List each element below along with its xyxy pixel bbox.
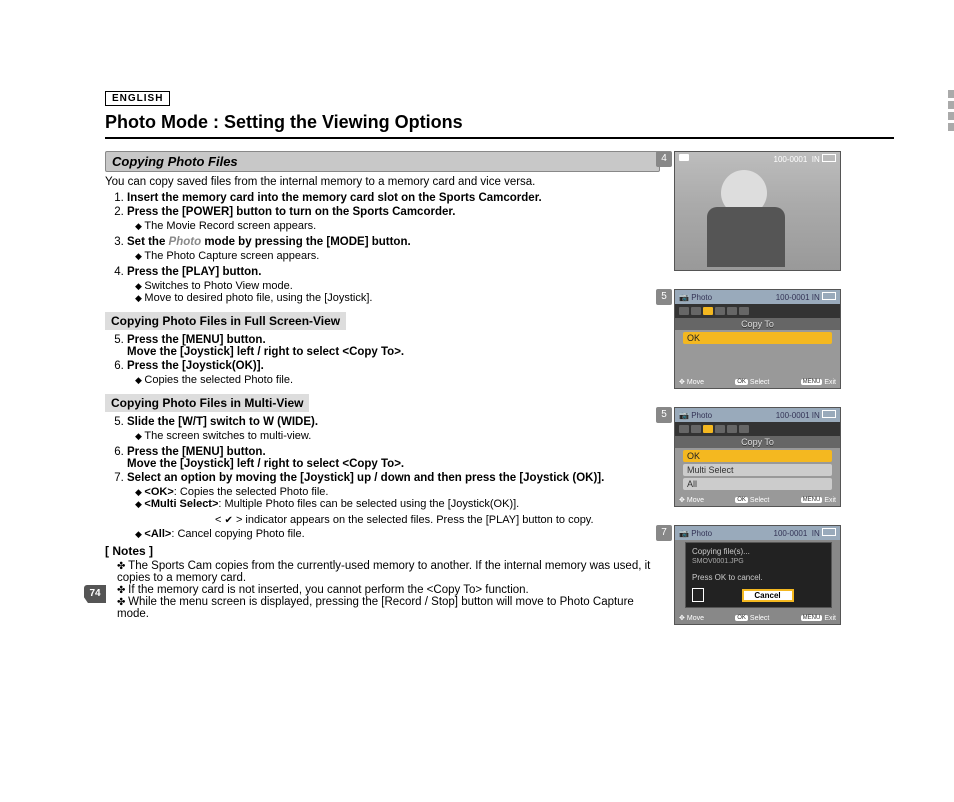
select-hint: OK Select — [735, 378, 769, 386]
step-badge: 4 — [656, 151, 672, 167]
page-title: Photo Mode : Setting the Viewing Options — [105, 112, 894, 139]
cancel-button[interactable]: Cancel — [742, 589, 794, 602]
page-number: 74 — [84, 585, 106, 603]
menu-multi-select[interactable]: Multi Select — [683, 464, 832, 476]
steps-multiview: Slide the [W/T] switch to W (WIDE). The … — [105, 416, 660, 540]
steps-main: Insert the memory card into the memory c… — [105, 192, 660, 304]
lcd-menu-copyto-multi: 📷 Photo100-0001 IN Copy To OK Multi Sele… — [674, 407, 841, 507]
screenshot-4: 4 100-0001 IN — [674, 151, 854, 271]
lcd-menu-copyto-single: 📷 Photo100-0001 IN Copy To OK ✥ Move OK … — [674, 289, 841, 389]
steps-fullscreen: Press the [MENU] button. Move the [Joyst… — [105, 334, 660, 386]
screenshot-5a: 5 📷 Photo100-0001 IN Copy To OK ✥ Move O… — [674, 289, 854, 389]
battery-icon — [822, 154, 836, 162]
exit-hint: MENU Exit — [801, 378, 836, 386]
section-header: Copying Photo Files — [105, 151, 660, 172]
move-hint: ✥ Move — [679, 378, 704, 386]
language-tag: ENGLISH — [105, 91, 170, 106]
manual-page: ENGLISH Photo Mode : Setting the Viewing… — [0, 0, 954, 665]
sub-header-multi: Copying Photo Files in Multi-View — [105, 394, 309, 412]
lcd-photo-view: 100-0001 IN — [674, 151, 841, 271]
file-icon — [692, 588, 704, 602]
menu-all[interactable]: All — [683, 478, 832, 490]
intro-text: You can copy saved files from the intern… — [105, 176, 660, 188]
menu-ok[interactable]: OK — [683, 332, 832, 344]
screenshot-7: 7 📷 Photo100-0001 IN Copying file(s)... … — [674, 525, 854, 625]
step-badge: 5 — [656, 407, 672, 423]
sub-header-full: Copying Photo Files in Full Screen-View — [105, 312, 346, 330]
camera-icon — [679, 154, 689, 161]
screenshot-5b: 5 📷 Photo100-0001 IN Copy To OK Multi Se… — [674, 407, 854, 507]
step-badge: 5 — [656, 289, 672, 305]
screenshots-column: 4 100-0001 IN 5 📷 Photo100-0001 IN Copy … — [674, 151, 854, 625]
step-badge: 7 — [656, 525, 672, 541]
notes-title: [ Notes ] — [105, 544, 660, 558]
instructions-column: Copying Photo Files You can copy saved f… — [105, 151, 660, 625]
notes-list: The Sports Cam copies from the currently… — [105, 560, 660, 620]
lcd-copying-dialog: 📷 Photo100-0001 IN Copying file(s)... SM… — [674, 525, 841, 625]
menu-ok[interactable]: OK — [683, 450, 832, 462]
